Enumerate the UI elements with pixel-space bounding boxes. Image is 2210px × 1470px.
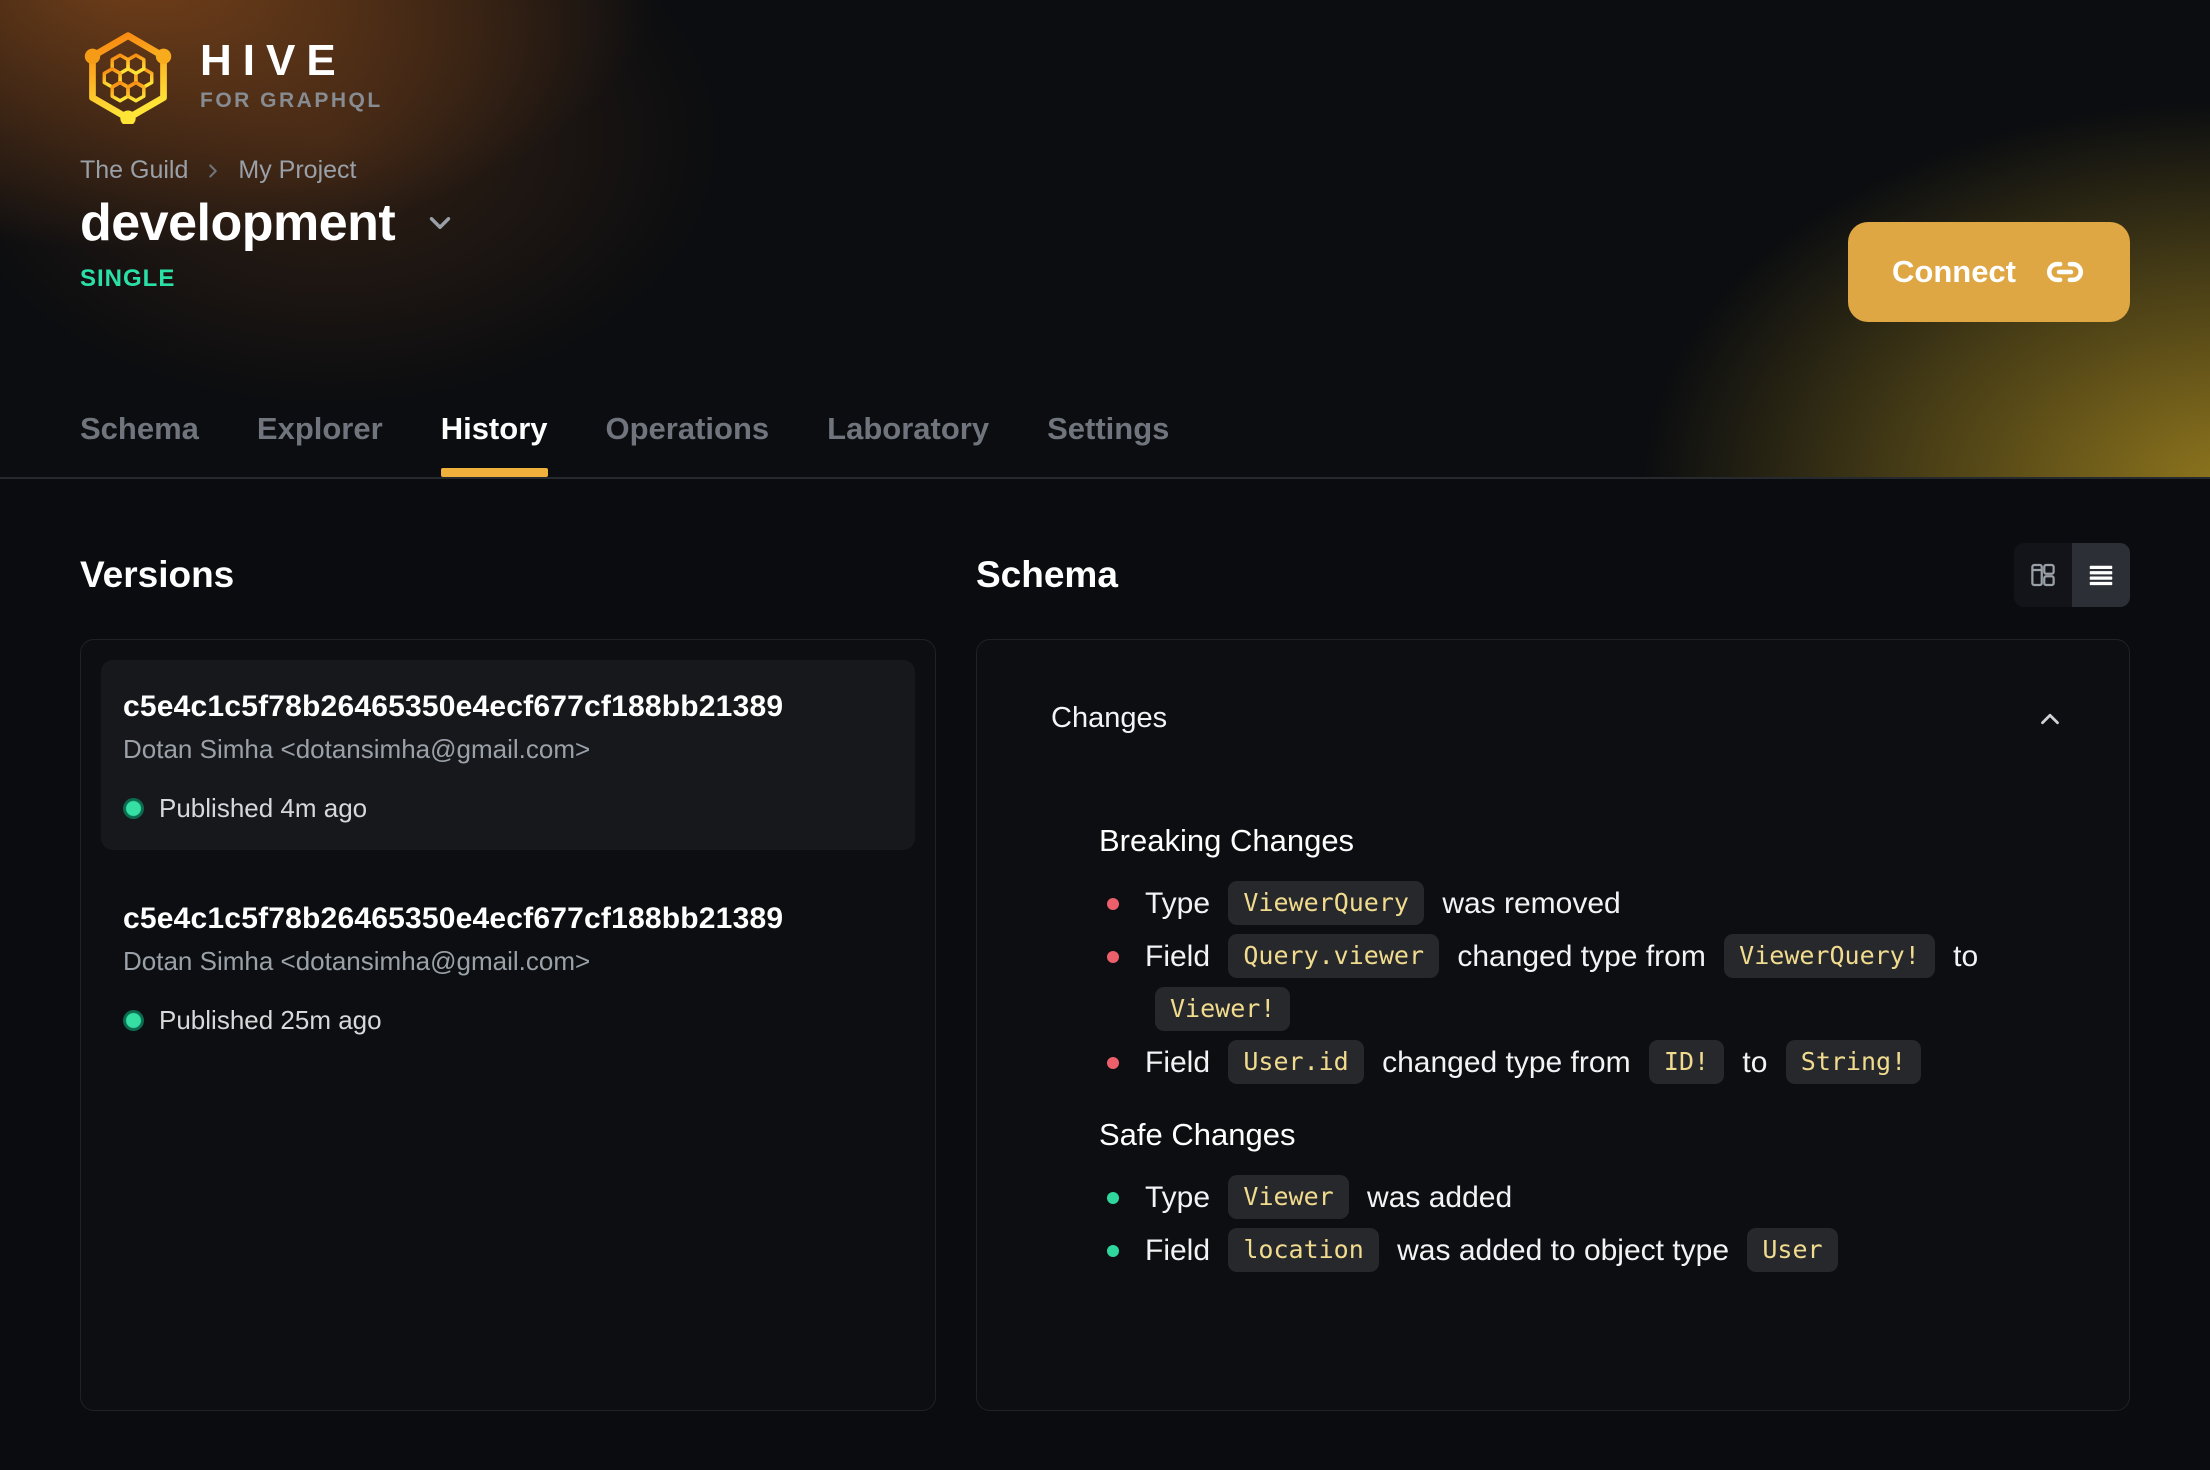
change-code: Viewer [1228, 1175, 1349, 1219]
target-tabs: Schema Explorer History Operations Labor… [80, 411, 1169, 477]
change-item: Field Query.viewer changed type from Vie… [1099, 930, 2059, 1036]
history-page: Versions c5e4c1c5f78b26465350e4ecf677cf1… [0, 479, 2210, 1411]
change-code: User [1747, 1228, 1838, 1272]
change-code: User.id [1228, 1040, 1364, 1084]
list-icon [2089, 565, 2113, 586]
brand-logo[interactable]: HIVE FOR GRAPHQL [80, 0, 2130, 124]
brand-wordmark: HIVE FOR GRAPHQL [200, 39, 383, 113]
version-author: Dotan Simha <dotansimha@gmail.com> [123, 946, 591, 976]
safe-changes-heading: Safe Changes [1099, 1117, 1296, 1152]
breadcrumb: The Guild My Project [80, 156, 2130, 185]
change-text: changed type from [1382, 1046, 1631, 1079]
change-text: Field [1145, 1234, 1211, 1267]
chevron-down-icon[interactable] [423, 206, 457, 240]
change-text: was removed [1442, 887, 1621, 920]
brand-name: HIVE [200, 36, 347, 85]
change-code: ViewerQuery! [1724, 934, 1935, 978]
page-header: HIVE FOR GRAPHQL The Guild My Project de… [0, 0, 2210, 479]
versions-column: Versions c5e4c1c5f78b26465350e4ecf677cf1… [80, 543, 936, 1411]
changes-body: Breaking Changes Type ViewerQuery was re… [1099, 823, 2059, 1277]
versions-heading: Versions [80, 554, 235, 595]
change-text: changed type from [1457, 940, 1706, 973]
change-item: Field User.id changed type from ID! to S… [1099, 1036, 2059, 1089]
change-code: Viewer! [1155, 987, 1291, 1031]
change-code: ViewerQuery [1228, 881, 1424, 925]
schema-header: Schema [976, 543, 2130, 607]
version-status-text: Published 25m ago [159, 1005, 382, 1035]
tab-operations[interactable]: Operations [606, 411, 770, 477]
list-view-button[interactable] [2072, 543, 2130, 607]
change-code: ID! [1648, 1040, 1725, 1084]
target-title-row: development [80, 193, 2130, 253]
changes-label: Changes [1051, 702, 1168, 734]
change-item: Type ViewerQuery was removed [1099, 877, 2059, 930]
tab-laboratory[interactable]: Laboratory [827, 411, 989, 477]
green-status-dot-icon [123, 1010, 144, 1031]
columns-icon [2031, 563, 2055, 587]
version-hash: c5e4c1c5f78b26465350e4ecf677cf188bb21389 [123, 690, 784, 723]
safe-changes-list: Type Viewer was added Field location was… [1099, 1171, 2059, 1277]
change-item: Field location was added to object type … [1099, 1224, 2059, 1277]
version-list-item[interactable]: c5e4c1c5f78b26465350e4ecf677cf188bb21389… [101, 660, 915, 850]
version-list-item[interactable]: c5e4c1c5f78b26465350e4ecf677cf188bb21389… [101, 872, 915, 1062]
tab-explorer[interactable]: Explorer [257, 411, 383, 477]
schema-column: Schema Changes Breaking Changes Type Vie… [976, 543, 2130, 1411]
change-text: to [1953, 940, 1979, 973]
change-text: was added to object type [1397, 1234, 1730, 1267]
split-view-button[interactable] [2014, 543, 2072, 607]
breadcrumb-org[interactable]: The Guild [80, 156, 188, 185]
breaking-changes-list: Type ViewerQuery was removed Field Query… [1099, 877, 2059, 1089]
schema-view-toggle [2014, 543, 2130, 607]
version-status-text: Published 4m ago [159, 793, 368, 823]
change-text: Field [1145, 940, 1211, 973]
version-status: Published 4m ago [123, 793, 891, 824]
change-item: Type Viewer was added [1099, 1171, 2059, 1224]
collapse-changes-button[interactable] [2035, 704, 2065, 734]
tab-history[interactable]: History [440, 411, 548, 477]
breadcrumb-project[interactable]: My Project [238, 156, 356, 185]
link-icon [2047, 261, 2083, 283]
tab-schema[interactable]: Schema [80, 411, 199, 477]
change-text: was added [1367, 1181, 1513, 1214]
change-code: Query.viewer [1228, 934, 1439, 978]
schema-changes-panel: Changes Breaking Changes Type ViewerQuer… [976, 639, 2130, 1411]
change-code: location [1228, 1228, 1379, 1272]
change-code: String! [1785, 1040, 1922, 1084]
chevron-up-icon [2041, 713, 2059, 724]
version-hash: c5e4c1c5f78b26465350e4ecf677cf188bb21389 [123, 902, 784, 935]
change-text: Field [1145, 1046, 1211, 1079]
breaking-changes-heading: Breaking Changes [1099, 823, 1355, 858]
brand-tagline: FOR GRAPHQL [200, 89, 383, 112]
version-author: Dotan Simha <dotansimha@gmail.com> [123, 734, 591, 764]
change-text: Type [1145, 887, 1211, 920]
schema-heading: Schema [976, 554, 1118, 595]
change-text: to [1742, 1046, 1768, 1079]
version-status: Published 25m ago [123, 1005, 891, 1036]
green-status-dot-icon [123, 798, 144, 819]
connect-button-label: Connect [1892, 254, 2016, 289]
changes-section-header[interactable]: Changes [977, 640, 2129, 735]
target-type-badge: SINGLE [80, 265, 176, 292]
chevron-right-icon [209, 163, 218, 178]
change-text: Type [1145, 1181, 1211, 1214]
versions-header: Versions [80, 543, 936, 607]
versions-panel: c5e4c1c5f78b26465350e4ecf677cf188bb21389… [80, 639, 936, 1411]
tab-settings[interactable]: Settings [1047, 411, 1169, 477]
connect-button[interactable]: Connect [1848, 222, 2130, 322]
target-name-title: development [80, 194, 396, 252]
hive-honeycomb-icon [84, 32, 172, 124]
